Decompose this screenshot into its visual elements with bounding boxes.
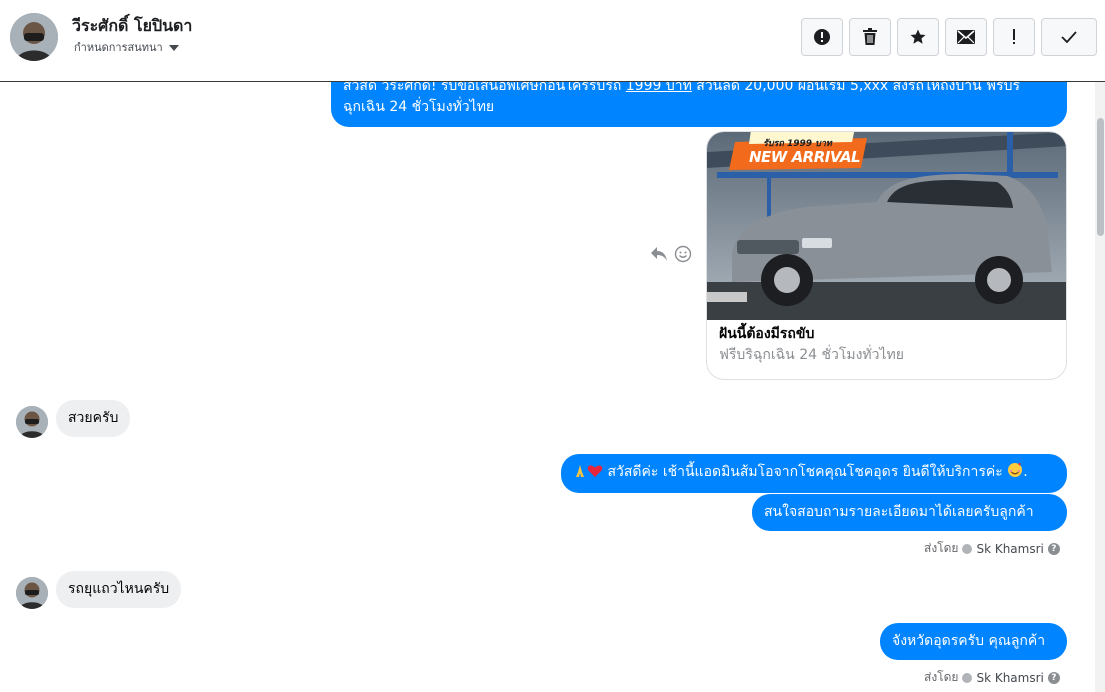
card-title: ฝันนี้ต้องมีรถขับ (719, 326, 815, 342)
scrollbar-thumb[interactable] (1097, 118, 1104, 236)
sender-avatar[interactable] (16, 406, 48, 438)
delete-button[interactable] (849, 18, 891, 56)
envelope-icon (957, 30, 975, 44)
emoji-react-icon[interactable] (674, 245, 692, 263)
promo-price-link[interactable]: 1999 บาท (626, 82, 692, 94)
nickname-label: กำหนดการสนทนา (74, 41, 163, 54)
pray-hands-icon (573, 464, 587, 485)
sent-by-info: ส่งโดย Sk Khamsri ? (924, 539, 1060, 558)
alert-circle-icon (814, 29, 830, 45)
reply-icon[interactable] (650, 246, 668, 262)
car-photo[interactable]: รับรถ 1999 บาท NEW ARRIVAL (707, 132, 1066, 320)
sent-by-name: Sk Khamsri (976, 670, 1044, 685)
card-description: ฟรีบริฉุกเฉิน 24 ชั่วโมงทั่วไทย (719, 347, 904, 363)
star-button[interactable] (897, 18, 939, 56)
outgoing-message-promo[interactable]: สวัสดี วีระศักดิ์! รับข้อเสนอพิเศษก่อนใค… (331, 82, 1067, 127)
smiling-face-hearts-icon (1007, 462, 1023, 485)
promo-text-cont: ส่วนลด 20,000 ผ่อนเริ่ม 5,xxx ส่งรถให้ถึ… (691, 82, 1021, 94)
promo-text-line2: ฉุกเฉิน 24 ชั่วโมงทั่วไทย (343, 99, 495, 115)
mark-done-button[interactable] (1041, 18, 1097, 56)
sent-by-info: ส่งโดย Sk Khamsri ? (924, 668, 1060, 687)
outgoing-message-text: สวัสดีค่ะ เช้านี้แอดมินส้มโอจากโชคคุณโชค… (607, 464, 1003, 480)
follow-up-button[interactable] (993, 18, 1035, 56)
message-thread[interactable]: สวัสดี วีระศักดิ์! รับข้อเสนอพิเศษก่อนใค… (0, 82, 1105, 692)
contact-avatar[interactable] (10, 13, 58, 61)
banner-title-text: NEW ARRIVAL (749, 148, 861, 166)
outgoing-message[interactable]: สวัสดีค่ะ เช้านี้แอดมินส้มโอจากโชคคุณโชค… (561, 454, 1067, 493)
chevron-down-icon (168, 44, 179, 51)
sent-by-label: ส่งโดย (924, 541, 959, 555)
trash-icon (863, 28, 877, 45)
exclamation-icon (1013, 29, 1015, 44)
check-icon (1061, 31, 1077, 43)
sent-by-name: Sk Khamsri (976, 541, 1044, 556)
link-preview-card[interactable]: รับรถ 1999 บาท NEW ARRIVAL ฝันนี้ต้องมีร… (706, 131, 1067, 380)
conversation-header: วีระศักดิ์ โยปินดา กำหนดการสนทนา (0, 0, 1105, 82)
mark-spam-button[interactable] (801, 18, 843, 56)
help-icon[interactable]: ? (1047, 542, 1060, 555)
page-icon (962, 543, 973, 554)
contact-name[interactable]: วีระศักดิ์ โยปินดา (72, 14, 192, 39)
help-icon[interactable]: ? (1047, 671, 1060, 684)
incoming-message[interactable]: สวยครับ (56, 400, 131, 437)
nickname-dropdown[interactable]: กำหนดการสนทนา (74, 38, 179, 56)
incoming-message[interactable]: รถยุแถวไหนครับ (56, 571, 182, 608)
outgoing-message[interactable]: สนใจสอบถามรายละเอียดมาได้เลยครับลูกค้า (752, 494, 1067, 531)
sent-by-label: ส่งโดย (924, 670, 959, 684)
message-actions (650, 245, 692, 263)
sender-avatar[interactable] (16, 577, 48, 609)
outgoing-message[interactable]: จังหวัดอุดรครับ คุณลูกค้า (880, 623, 1067, 660)
star-icon (910, 29, 926, 44)
promo-text: สวัสดี วีระศักดิ์! รับข้อเสนอพิเศษก่อนใค… (343, 82, 626, 94)
page-icon (962, 672, 973, 683)
mark-unread-button[interactable] (945, 18, 987, 56)
red-heart-icon (587, 464, 603, 485)
